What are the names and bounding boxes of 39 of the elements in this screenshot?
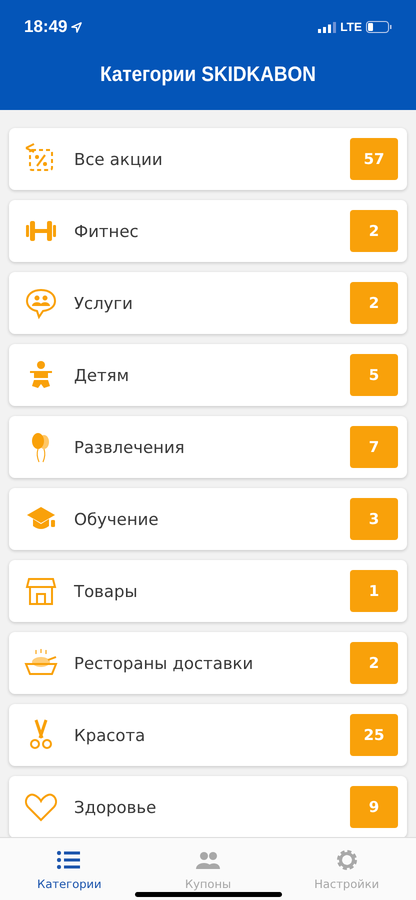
count-badge: 2 [350, 210, 398, 252]
category-label: Рестораны доставки [74, 654, 254, 672]
network-label: LTE [340, 20, 362, 34]
category-card[interactable]: Товары 1 [9, 560, 407, 622]
category-card[interactable]: Обучение 3 [9, 488, 407, 550]
category-card[interactable]: Рестораны доставки 2 [9, 632, 407, 694]
count-badge: 9 [350, 786, 398, 828]
count-badge: 7 [350, 426, 398, 468]
category-label: Фитнес [74, 222, 140, 240]
category-label: Услуги [74, 294, 134, 312]
category-card[interactable]: Детям 5 [9, 344, 407, 406]
battery-icon [366, 21, 392, 33]
category-label: Товары [74, 582, 139, 600]
category-label: Обучение [74, 510, 160, 528]
signal-icon [318, 22, 336, 32]
count-badge: 3 [350, 498, 398, 540]
count-badge: 5 [350, 354, 398, 396]
category-card[interactable]: Красота 25 [9, 704, 407, 766]
chat-icon [24, 286, 58, 320]
category-label: Детям [74, 366, 130, 384]
category-label: Здоровье [74, 798, 158, 816]
count-badge: 57 [350, 138, 398, 180]
category-card[interactable]: Услуги 2 [9, 272, 407, 334]
category-card[interactable]: Здоровье 9 [9, 776, 407, 837]
tab-item[interactable]: Категории [0, 838, 139, 900]
category-label: Развлечения [74, 438, 186, 456]
status-time: 18:49 [24, 17, 68, 37]
category-card[interactable]: Все акции 57 [9, 128, 407, 190]
category-card[interactable]: Фитнес 2 [9, 200, 407, 262]
location-arrow-icon [71, 22, 82, 32]
count-badge: 1 [350, 570, 398, 612]
header-title: Категории SKIDKABON [99, 63, 317, 87]
category-label: Все акции [74, 150, 164, 168]
list-icon [56, 848, 82, 872]
category-card[interactable]: Развлечения 7 [9, 416, 407, 478]
count-badge: 2 [350, 282, 398, 324]
category-label: Красота [74, 726, 146, 744]
count-badge: 2 [350, 642, 398, 684]
count-badge: 25 [350, 714, 398, 756]
